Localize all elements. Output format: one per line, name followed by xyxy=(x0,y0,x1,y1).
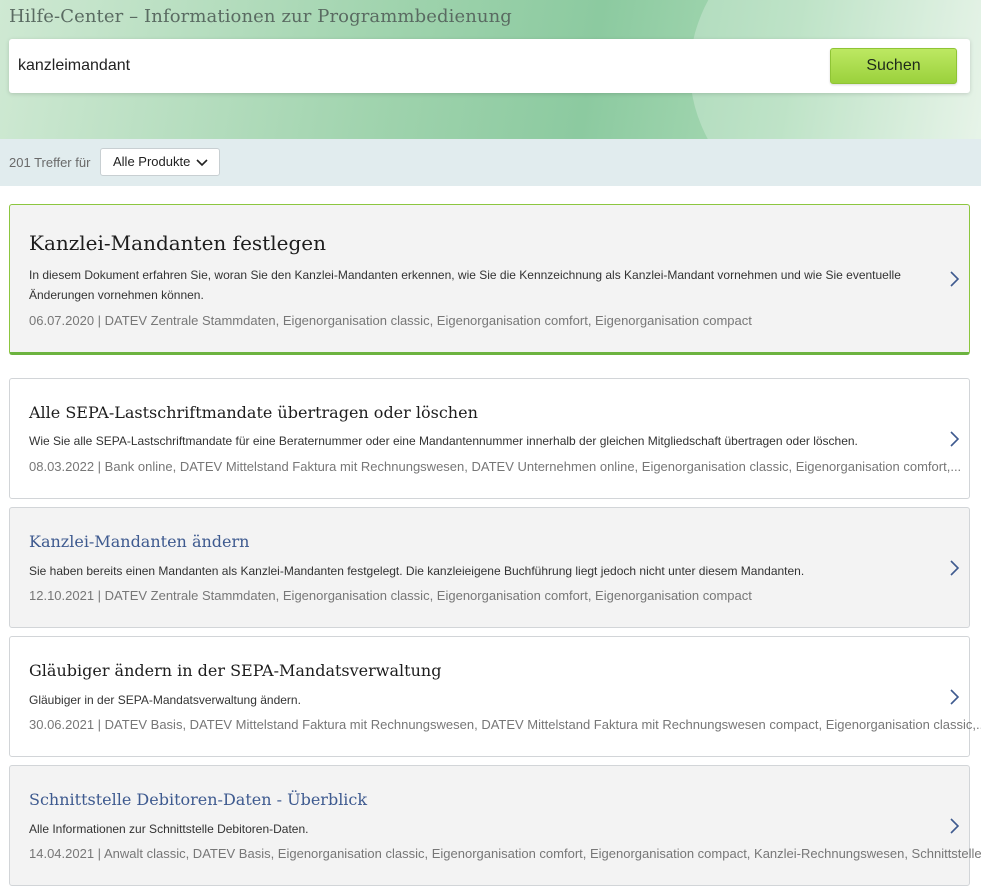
result-description: Sie haben bereits einen Mandanten als Ka… xyxy=(29,564,805,578)
hit-count: 201 Treffer für xyxy=(9,155,91,170)
result-meta: 14.04.2021 | Anwalt classic, DATEV Basis… xyxy=(29,846,981,861)
result-meta: 08.03.2022 | Bank online, DATEV Mittelst… xyxy=(29,459,962,474)
chevron-right-icon[interactable] xyxy=(948,270,960,288)
product-filter-label: Alle Produkte xyxy=(113,154,191,169)
search-button[interactable]: Suchen xyxy=(830,48,957,84)
chevron-right-icon[interactable] xyxy=(948,430,960,448)
result-title[interactable]: Schnittstelle Debitoren-Daten - Überblic… xyxy=(29,790,367,809)
result-meta: 06.07.2020 | DATEV Zentrale Stammdaten, … xyxy=(29,313,752,328)
result-title[interactable]: Kanzlei-Mandanten festlegen xyxy=(29,231,326,255)
result-card[interactable]: Kanzlei-Mandanten ändern Sie haben berei… xyxy=(9,507,970,628)
result-title[interactable]: Gläubiger ändern in der SEPA-Mandatsverw… xyxy=(29,661,441,680)
chevron-right-icon[interactable] xyxy=(948,688,960,706)
result-description: In diesem Dokument erfahren Sie, woran S… xyxy=(29,268,901,302)
chevron-right-icon[interactable] xyxy=(948,559,960,577)
search-box: Suchen xyxy=(9,39,970,93)
chevron-right-icon[interactable] xyxy=(948,817,960,835)
result-description: Wie Sie alle SEPA-Lastschriftmandate für… xyxy=(29,434,858,448)
result-card[interactable]: Alle SEPA-Lastschriftmandate übertragen … xyxy=(9,378,970,499)
result-card[interactable]: Gläubiger ändern in der SEPA-Mandatsverw… xyxy=(9,636,981,757)
result-title[interactable]: Kanzlei-Mandanten ändern xyxy=(29,532,249,551)
chevron-down-icon xyxy=(196,159,208,167)
result-title[interactable]: Alle SEPA-Lastschriftmandate übertragen … xyxy=(29,403,478,422)
search-input[interactable] xyxy=(18,53,818,79)
header-banner: Hilfe-Center – Informationen zur Program… xyxy=(0,0,981,139)
filter-bar: 201 Treffer für Alle Produkte xyxy=(0,139,981,186)
result-description: Alle Informationen zur Schnittstelle Deb… xyxy=(29,822,309,836)
result-meta: 12.10.2021 | DATEV Zentrale Stammdaten, … xyxy=(29,588,752,603)
product-filter-dropdown[interactable]: Alle Produkte xyxy=(100,148,220,176)
result-card[interactable]: Schnittstelle Debitoren-Daten - Überblic… xyxy=(9,765,981,886)
result-card[interactable]: Kanzlei-Mandanten festlegen In diesem Do… xyxy=(9,204,970,355)
result-description: Gläubiger in der SEPA-Mandatsverwaltung … xyxy=(29,693,301,707)
result-meta: 30.06.2021 | DATEV Basis, DATEV Mittelst… xyxy=(29,717,981,732)
page-title: Hilfe-Center – Informationen zur Program… xyxy=(9,6,512,27)
